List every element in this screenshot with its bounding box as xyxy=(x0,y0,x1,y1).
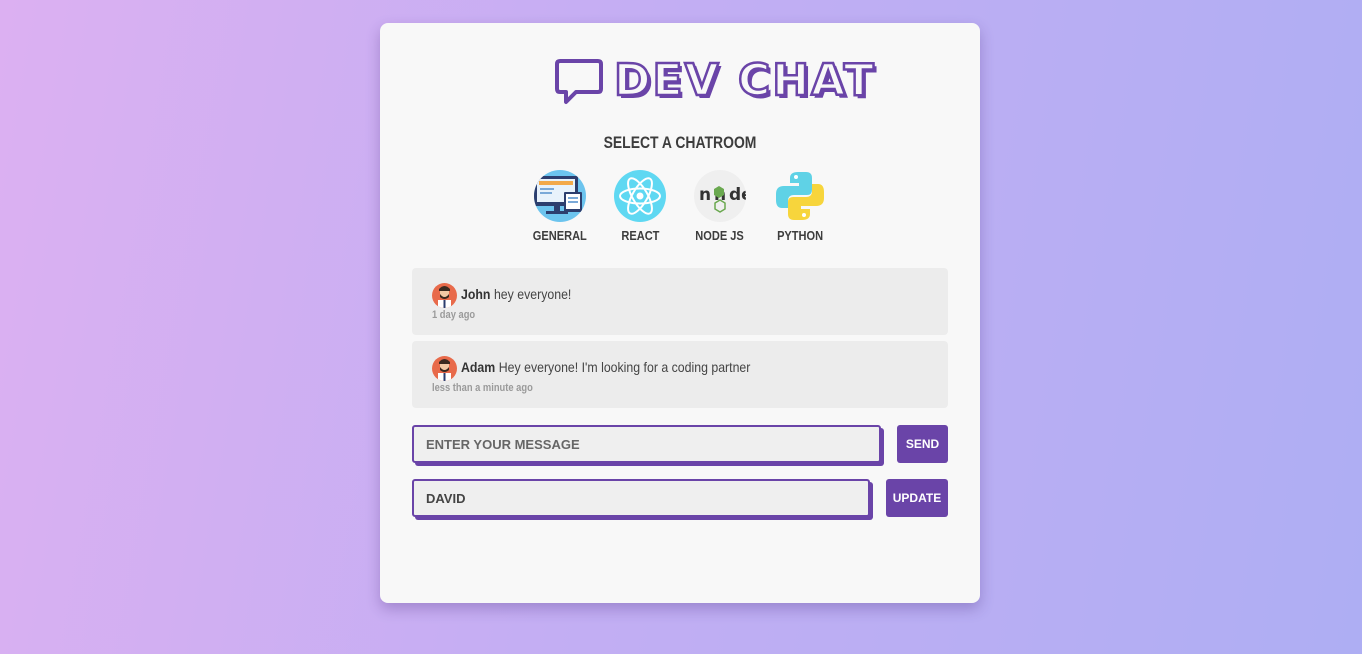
message-list: John hey everyone! 1 day ago Adam Hey ever… xyxy=(412,268,948,414)
react-atom-icon xyxy=(614,170,666,222)
chatroom-label: NODE JS xyxy=(695,228,745,243)
computer-monitor-icon xyxy=(534,170,586,222)
chatroom-label: GENERAL xyxy=(532,228,588,243)
message-username: Adam xyxy=(461,359,496,375)
svg-text:de: de xyxy=(729,185,746,205)
message-body: hey everyone! xyxy=(493,286,572,302)
python-logo-icon xyxy=(774,170,826,222)
message-username: John xyxy=(461,286,491,302)
avatar xyxy=(432,356,457,381)
chat-card: DEV CHAT SELECT A CHATROOM GENERAL REACT… xyxy=(380,23,980,603)
message-input[interactable] xyxy=(412,425,881,463)
chatroom-section-title: SELECT A CHATROOM xyxy=(603,133,757,152)
chat-bubble-icon xyxy=(555,59,603,104)
chatroom-react[interactable]: REACT xyxy=(600,170,680,243)
list-item: John hey everyone! 1 day ago xyxy=(412,268,948,335)
username-form: UPDATE xyxy=(412,479,948,517)
username-input[interactable] xyxy=(412,479,870,517)
chatroom-label: PYTHON xyxy=(776,228,824,243)
svg-text:n: n xyxy=(699,185,711,205)
message-timestamp: less than a minute ago xyxy=(432,382,533,394)
chatroom-label: REACT xyxy=(620,228,660,243)
app-logo: DEV CHAT xyxy=(554,54,876,108)
message-text-line: Adam Hey everyone! I'm looking for a codi… xyxy=(461,359,750,375)
message-text-line: John hey everyone! xyxy=(461,286,571,302)
chatroom-nodejs[interactable]: n n de NODE JS xyxy=(680,170,760,243)
nodejs-logo-icon: n n de xyxy=(694,170,746,222)
chatroom-general[interactable]: GENERAL xyxy=(520,170,600,243)
avatar xyxy=(432,283,457,308)
chatroom-list: GENERAL REACT n n de xyxy=(520,170,840,243)
message-body: Hey everyone! I'm looking for a coding p… xyxy=(498,359,751,375)
update-button[interactable]: UPDATE xyxy=(886,479,948,517)
message-timestamp: 1 day ago xyxy=(432,309,476,321)
list-item: Adam Hey everyone! I'm looking for a codi… xyxy=(412,341,948,408)
app-logo-text: DEV CHAT xyxy=(613,54,876,108)
message-composer: SEND xyxy=(412,425,948,463)
send-button[interactable]: SEND xyxy=(897,425,948,463)
chatroom-python[interactable]: PYTHON xyxy=(760,170,840,243)
